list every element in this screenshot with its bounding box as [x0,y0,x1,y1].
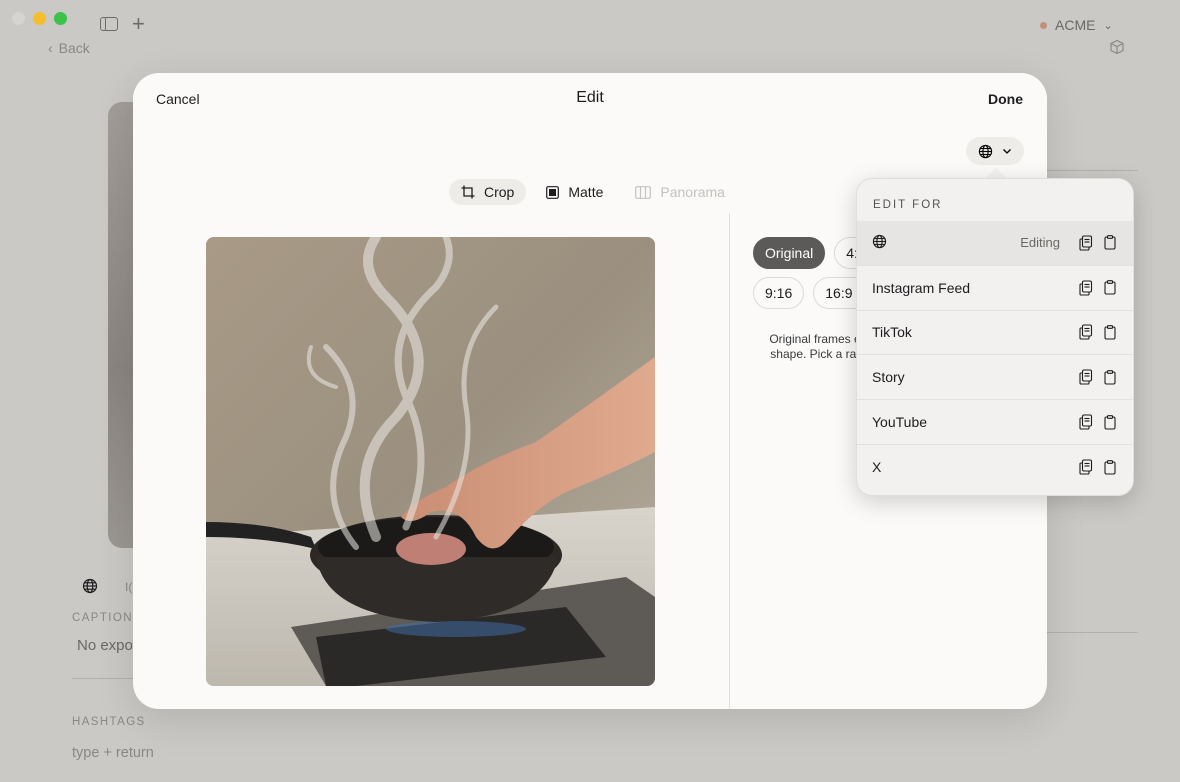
minimize-window-button[interactable] [33,12,46,25]
panel-divider [729,213,730,709]
platform-item-instagram-feed[interactable]: Instagram Feed [857,266,1133,311]
ratio-original-button[interactable]: Original [753,237,826,269]
copy-icon[interactable] [1078,459,1094,475]
maximize-window-button[interactable] [54,12,67,25]
paste-icon[interactable] [1102,324,1118,340]
divider [72,678,134,679]
chevron-down-icon: ⌄ [1103,19,1113,32]
done-button[interactable]: Done [988,91,1023,107]
photo-preview[interactable] [206,237,655,686]
panorama-icon [635,185,652,199]
globe-icon[interactable] [82,578,98,594]
ratio-row-2: 9:16 16:9 [753,277,864,309]
tab-panorama-label: Panorama [660,184,725,200]
close-window-button[interactable] [12,12,25,25]
platform-item-all[interactable]: Editing [857,221,1133,266]
platform-selector-button[interactable] [966,137,1024,165]
matte-icon [546,185,560,199]
tab-panorama[interactable]: Panorama [623,179,737,205]
platform-tab-label[interactable]: I( [125,580,132,594]
copy-icon[interactable] [1078,235,1094,251]
platform-item-story[interactable]: Story [857,355,1133,401]
tab-crop[interactable]: Crop [449,179,527,205]
cube-icon[interactable] [1109,39,1125,55]
paste-icon[interactable] [1102,459,1118,475]
workspace-dot [1040,21,1047,29]
paste-icon[interactable] [1102,369,1118,385]
copy-icon[interactable] [1078,324,1094,341]
paste-icon[interactable] [1102,280,1118,296]
tab-matte-label: Matte [568,184,604,200]
platform-item-youtube[interactable]: YouTube [857,400,1133,445]
paste-icon[interactable] [1102,235,1118,251]
hashtags-input[interactable]: type + return [72,745,154,761]
paste-icon[interactable] [1102,414,1118,430]
caption-value[interactable]: No expo [77,637,133,654]
edit-for-popover: EDIT FOR Editing Instagram Feed TikTok S… [856,178,1134,496]
platform-item-label: TikTok [872,324,912,341]
back-label: Back [58,40,90,56]
divider [1047,632,1138,633]
caption-label: CAPTION [72,612,133,624]
crop-icon [461,185,475,199]
tab-crop-label: Crop [484,184,515,200]
ratio-hint-text: Original frames e shape. Pick a rat [760,332,870,362]
platform-item-label: Instagram Feed [872,279,971,296]
ratio-hint-line-1: Original frames e [769,332,861,346]
plus-icon[interactable]: + [132,13,145,35]
chevron-left-icon: ‹ [48,40,53,56]
ratio-hint-line-2: shape. Pick a rat [770,347,860,361]
copy-icon[interactable] [1078,414,1094,430]
platform-item-x[interactable]: X [857,445,1133,490]
platform-item-label: YouTube [872,414,928,431]
workspace-name: ACME [1055,17,1096,33]
divider [1047,170,1138,171]
popover-heading: EDIT FOR [873,199,943,211]
sidebar-toggle-icon[interactable] [100,17,118,31]
copy-icon[interactable] [1078,369,1094,385]
globe-icon [872,234,887,249]
chevron-down-icon [1003,149,1011,154]
workspace-switcher[interactable]: ACME ⌄ [1040,17,1113,33]
editing-status: Editing [1020,235,1060,251]
hashtags-label: HASHTAGS [72,716,146,728]
back-button[interactable]: ‹ Back [48,40,90,56]
tab-matte[interactable]: Matte [534,179,615,205]
platform-item-label [872,234,1020,252]
modal-title: Edit [576,89,604,106]
copy-icon[interactable] [1078,280,1094,296]
ratio-row-1: Original 4: [753,237,864,269]
platform-list: Editing Instagram Feed TikTok Story YouT… [857,221,1133,490]
platform-item-tiktok[interactable]: TikTok [857,311,1133,356]
globe-icon [978,144,993,158]
window-controls [12,12,67,25]
edit-tool-tabs: Crop Matte Panorama [449,179,737,205]
platform-item-label: X [872,459,882,476]
platform-item-label: Story [872,369,905,386]
ratio-9-16-button[interactable]: 9:16 [753,277,805,309]
